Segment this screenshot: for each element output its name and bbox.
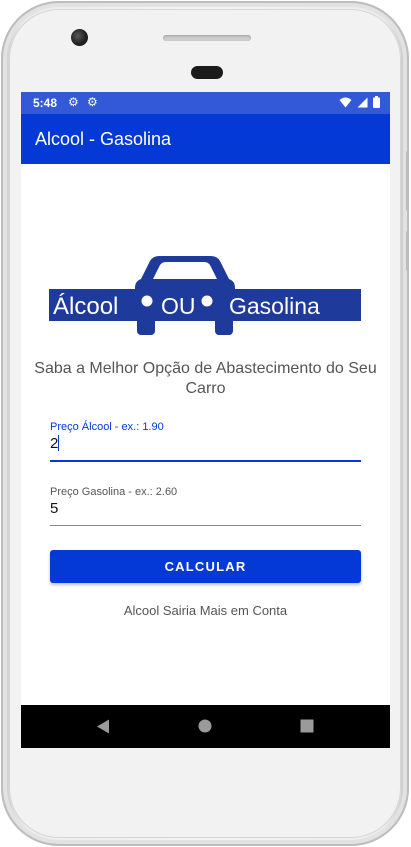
logo-text-gasolina: Gasolina — [229, 293, 320, 319]
alcool-field-value[interactable]: 2 — [50, 435, 361, 452]
subtitle-text: Saba a Melhor Opção de Abastecimento do … — [34, 360, 377, 397]
gasolina-input-text[interactable]: 5 — [50, 500, 361, 517]
recents-icon[interactable] — [300, 719, 314, 733]
status-icons — [339, 96, 380, 108]
calcular-button[interactable]: CALCULAR — [50, 550, 361, 583]
logo-text-ou: OU — [161, 293, 196, 319]
alcool-input-text[interactable]: 2 — [50, 435, 58, 452]
app-bar: Alcool - Gasolina — [21, 114, 390, 164]
app-logo: Álcool OU Gasolina — [49, 255, 361, 335]
earpiece-speaker — [163, 35, 251, 41]
text-cursor — [58, 435, 60, 451]
home-icon[interactable] — [198, 719, 212, 733]
logo-text-alcool: Álcool — [53, 293, 118, 320]
gasolina-price-field[interactable]: Preço Gasolina - ex.: 2.60 5 — [50, 486, 361, 526]
back-icon[interactable] — [96, 719, 110, 734]
alcool-field-underline — [50, 460, 361, 462]
alcool-price-field[interactable]: Preço Álcool - ex.: 1.90 2 — [50, 421, 361, 462]
battery-icon — [373, 96, 380, 108]
wifi-icon — [339, 97, 352, 107]
power-button — [406, 231, 409, 271]
result-text: Alcool Sairia Mais em Conta — [123, 603, 288, 618]
status-bar: 5:48 ⚙ ⚙ — [21, 92, 390, 114]
device-screen: 5:48 ⚙ ⚙ Alcool - Gasolina Álcool OU Gas… — [21, 92, 390, 748]
app-title: Alcool - Gasolina — [35, 129, 172, 149]
gear-icon: ⚙ — [68, 95, 79, 109]
gasolina-field-underline — [50, 525, 361, 526]
volume-button — [406, 151, 409, 211]
front-camera — [71, 29, 88, 46]
alcool-field-label: Preço Álcool - ex.: 1.90 — [50, 421, 164, 433]
navigation-bar — [21, 705, 390, 748]
signal-icon — [357, 97, 368, 107]
gear-icon: ⚙ — [87, 95, 98, 109]
status-time: 5:48 — [33, 96, 58, 110]
proximity-sensor — [191, 66, 223, 79]
car-logo-graphic: Álcool OU Gasolina — [49, 256, 361, 335]
gasolina-field-label: Preço Gasolina - ex.: 2.60 — [50, 486, 178, 498]
